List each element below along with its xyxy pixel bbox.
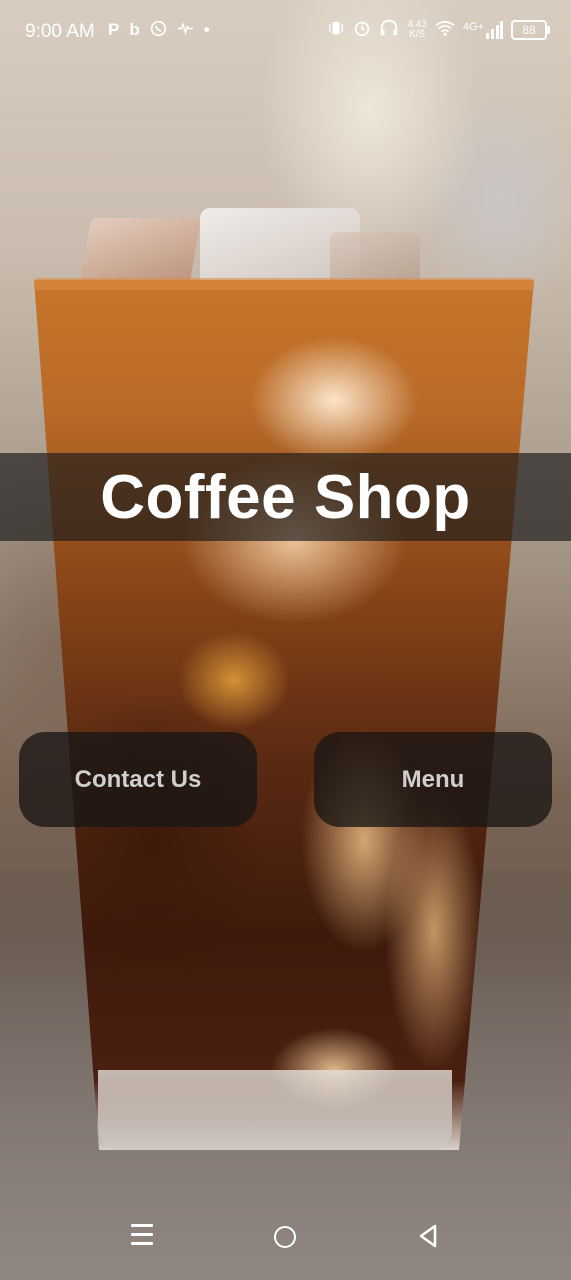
glass-rim [34,278,534,290]
contact-us-button[interactable]: Contact Us [19,732,257,827]
wifi-icon [435,20,455,40]
whatsapp-icon [150,20,167,42]
menu-button[interactable]: Menu [314,732,552,827]
p-icon: P [108,20,120,39]
back-icon[interactable] [418,1224,438,1253]
dot-icon: • [203,20,210,39]
signal-icon: 4G+ [463,21,503,39]
network-type: 4G+ [462,21,484,33]
b-icon: b [129,20,140,39]
battery-icon: 88 [511,20,550,40]
status-bar: 9:00 AM P b • 4.43 K/S 4G+ 88 [0,0,571,64]
title-banner: Coffee Shop [0,453,571,541]
headphones-icon [379,19,399,41]
status-time: 9:00 AM [25,21,95,42]
net-speed-unit: K/S [409,29,426,40]
vibrate-icon [327,19,345,41]
app-screen: 9:00 AM P b • 4.43 K/S 4G+ 88 Coffee Sho… [0,0,571,1280]
voice-icon [177,20,194,42]
coffee-glass-image [34,280,534,1150]
recents-icon[interactable] [131,1224,153,1251]
alarm-icon [353,19,371,41]
glass-base [98,1070,452,1150]
network-speed: 4.43 K/S [407,20,426,40]
system-status-icons: 4.43 K/S 4G+ 88 [327,19,550,41]
notification-icons: P b • [108,20,210,42]
navigation-bar [0,1196,571,1280]
home-icon[interactable] [274,1226,296,1248]
page-title: Coffee Shop [100,462,471,532]
